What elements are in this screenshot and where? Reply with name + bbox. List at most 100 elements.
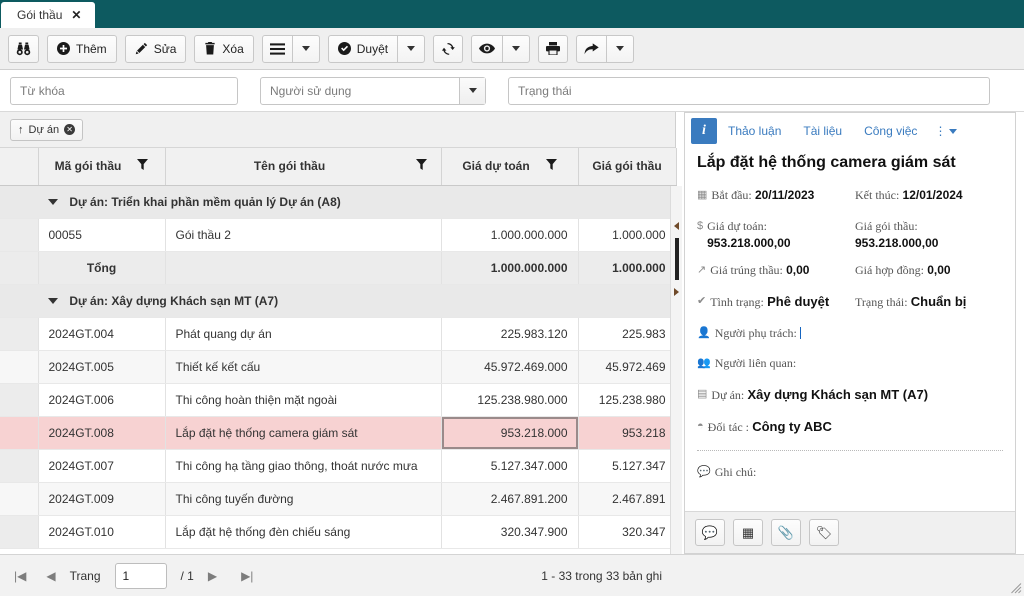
comment-button[interactable]: 💬 xyxy=(695,519,725,546)
last-page-icon[interactable]: ▶| xyxy=(241,569,253,583)
filter-icon[interactable] xyxy=(137,159,149,173)
cell-name[interactable]: Lắp đặt hệ thống camera giám sát xyxy=(165,416,442,450)
cell-package[interactable]: 1.000.000 xyxy=(578,218,677,252)
delete-button[interactable]: Xóa xyxy=(194,34,254,63)
collapse-right-icon[interactable] xyxy=(674,288,679,296)
tab-goi-thau[interactable]: Gói thầu ✕ xyxy=(0,1,97,28)
approve-dropdown-button[interactable] xyxy=(397,34,426,63)
cell-name[interactable]: Thi công hạ tầng giao thông, thoát nước … xyxy=(165,449,442,483)
cell-package[interactable]: 45.972.469 xyxy=(578,350,677,384)
table-row[interactable]: 2024GT.005 Thiết kế kết cấu 45.972.469.0… xyxy=(0,350,677,384)
cell-code[interactable]: 2024GT.009 xyxy=(38,482,166,516)
cell-name[interactable]: Phát quang dự án xyxy=(165,317,442,351)
cell-package[interactable]: 225.983 xyxy=(578,317,677,351)
cell-estimate[interactable]: 2.467.891.200 xyxy=(441,482,579,516)
gutter-cell xyxy=(0,284,38,318)
cell-estimate[interactable]: 320.347.900 xyxy=(441,515,579,549)
refresh-button[interactable] xyxy=(433,34,464,63)
add-button[interactable]: Thêm xyxy=(47,34,117,63)
cell-name[interactable]: Thiết kế kết cấu xyxy=(165,350,442,384)
cell-name[interactable]: Lắp đặt hệ thống đèn chiếu sáng xyxy=(165,515,442,549)
cell-package[interactable]: 953.218 xyxy=(578,416,677,450)
cell-package[interactable]: 2.467.891 xyxy=(578,482,677,516)
filter-icon[interactable] xyxy=(415,159,427,173)
cell-name[interactable]: Gói thầu 2 xyxy=(165,218,442,252)
remove-icon[interactable]: ✕ xyxy=(64,124,76,135)
tab-tai-lieu[interactable]: Tài liệu xyxy=(792,118,853,144)
cell-name[interactable]: Thi công hoàn thiện mặt ngoài xyxy=(165,383,442,417)
filter-icon[interactable] xyxy=(545,159,557,173)
tag-button[interactable]: 🏷 xyxy=(809,519,839,546)
column-header-gia-du-toan[interactable]: Giá dự toán xyxy=(441,148,579,186)
first-page-icon[interactable]: |◀ xyxy=(14,569,26,583)
gutter-cell xyxy=(0,251,39,285)
cell-package[interactable]: 125.238.980 xyxy=(578,383,677,417)
splitter-handle[interactable] xyxy=(674,238,679,280)
table-row[interactable]: 2024GT.010 Lắp đặt hệ thống đèn chiếu sá… xyxy=(0,515,677,549)
table-row[interactable]: 2024GT.006 Thi công hoàn thiện mặt ngoài… xyxy=(0,383,677,417)
cell-estimate[interactable]: 45.972.469.000 xyxy=(441,350,579,384)
table-row[interactable]: 2024GT.004 Phát quang dự án 225.983.120 … xyxy=(0,317,677,351)
panel-splitter[interactable] xyxy=(670,186,682,554)
hamburger-icon xyxy=(269,42,285,55)
attachment-button[interactable]: 📎 xyxy=(771,519,801,546)
table-row-selected[interactable]: 2024GT.008 Lắp đặt hệ thống camera giám … xyxy=(0,416,677,450)
tab-thao-luan[interactable]: Thảo luận xyxy=(717,118,792,144)
next-page-icon[interactable]: ▶ xyxy=(208,569,217,583)
column-header-ten-goi-thau[interactable]: Tên gói thầu xyxy=(165,148,442,186)
collapse-triangle-icon[interactable] xyxy=(48,298,58,305)
cell-name[interactable]: Thi công tuyến đường xyxy=(165,482,442,516)
cell-package[interactable]: 5.127.347 xyxy=(578,449,677,483)
table-row[interactable]: 2024GT.007 Thi công hạ tầng giao thông, … xyxy=(0,449,677,483)
table-row[interactable]: 2024GT.009 Thi công tuyến đường 2.467.89… xyxy=(0,482,677,516)
collapse-triangle-icon[interactable] xyxy=(48,199,58,206)
tab-cong-viec[interactable]: Công việc xyxy=(853,118,928,144)
detail-more-menu[interactable]: ⋮ xyxy=(928,124,958,138)
cell-estimate[interactable]: 1.000.000.000 xyxy=(441,218,579,252)
cell-package[interactable]: 320.347 xyxy=(578,515,677,549)
group-header-row[interactable]: Dự án: Triển khai phần mềm quản lý Dự án… xyxy=(0,185,676,219)
keyword-input[interactable]: Từ khóa xyxy=(10,76,238,105)
project-icon: ▤ xyxy=(697,387,708,400)
cell-code[interactable]: 2024GT.005 xyxy=(38,350,166,384)
cell-estimate[interactable]: 225.983.120 xyxy=(441,317,579,351)
user-dropdown-button[interactable] xyxy=(459,77,485,104)
cell-estimate[interactable]: 5.127.347.000 xyxy=(441,449,579,483)
view-dropdown-button[interactable] xyxy=(502,34,531,63)
group-chip-du-an[interactable]: ↑ Dự án ✕ xyxy=(10,118,84,141)
edit-button[interactable]: Sửa xyxy=(124,34,187,63)
hamburger-menu-button[interactable] xyxy=(261,34,293,63)
share-dropdown-button[interactable] xyxy=(606,34,635,63)
data-grid: ↑ Dự án ✕ Mã gói thầu Tên gói thầu Giá d… xyxy=(0,112,677,554)
cell-code[interactable]: 2024GT.006 xyxy=(38,383,166,417)
cell-code[interactable]: 2024GT.007 xyxy=(38,449,166,483)
group-header-cell[interactable]: Dự án: Triển khai phần mềm quản lý Dự án… xyxy=(38,185,676,219)
close-icon[interactable]: ✕ xyxy=(71,9,81,21)
page-input[interactable] xyxy=(114,562,167,589)
print-button[interactable] xyxy=(538,34,569,63)
cell-code[interactable]: 2024GT.010 xyxy=(38,515,166,549)
resize-grip-icon[interactable] xyxy=(1010,582,1022,594)
prev-page-icon[interactable]: ◀ xyxy=(46,569,55,583)
share-button[interactable] xyxy=(576,34,608,63)
group-header-cell[interactable]: Dự án: Xây dựng Khách sạn MT (A7) xyxy=(38,284,676,318)
column-header-ma-goi-thau[interactable]: Mã gói thầu xyxy=(38,148,166,186)
cell-code[interactable]: 00055 xyxy=(38,218,166,252)
cell-code[interactable]: 2024GT.004 xyxy=(38,317,166,351)
cell-estimate-focused[interactable]: 953.218.000 xyxy=(441,416,579,450)
status-input[interactable]: Trạng thái xyxy=(508,76,990,105)
info-icon[interactable]: i xyxy=(691,118,717,144)
approve-button[interactable]: Duyệt xyxy=(327,34,399,63)
search-button[interactable] xyxy=(8,34,39,63)
table-row[interactable]: 00055 Gói thầu 2 1.000.000.000 1.000.000 xyxy=(0,218,677,252)
menu-dropdown-button[interactable] xyxy=(291,34,320,63)
cell-code[interactable]: 2024GT.008 xyxy=(38,416,166,450)
calendar-button[interactable]: ▦ xyxy=(733,519,763,546)
cell-estimate[interactable]: 125.238.980.000 xyxy=(441,383,579,417)
group-header-row[interactable]: Dự án: Xây dựng Khách sạn MT (A7) xyxy=(0,284,676,318)
column-header-gia-goi-thau[interactable]: Giá gói thầu xyxy=(578,148,677,186)
user-select[interactable]: Người sử dụng xyxy=(260,76,486,105)
total-label: Tổng xyxy=(38,251,166,285)
view-button[interactable] xyxy=(471,34,504,63)
collapse-left-icon[interactable] xyxy=(674,222,679,230)
